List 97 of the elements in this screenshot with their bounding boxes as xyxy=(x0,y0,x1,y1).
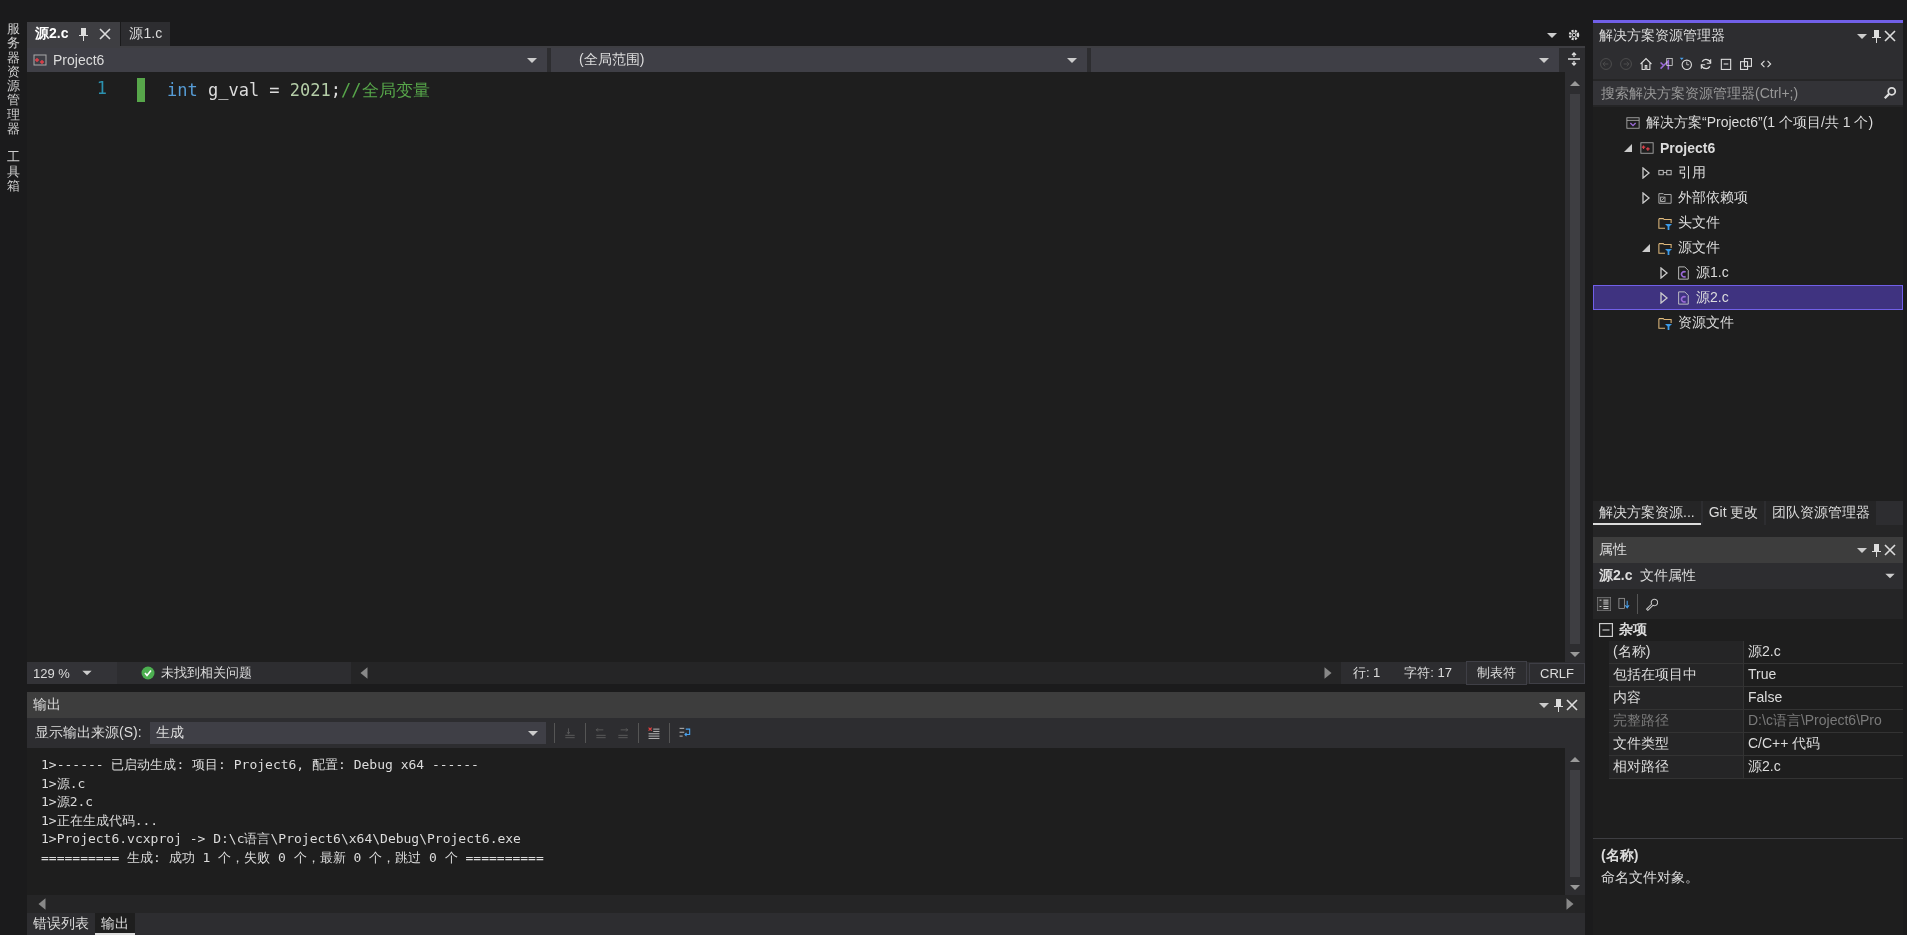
tree-item[interactable]: 头文件 xyxy=(1593,210,1903,235)
output-line: 1>------ 已启动生成: 项目: Project6, 配置: Debug x64 ------ xyxy=(41,756,480,774)
folder-icon xyxy=(1658,240,1672,255)
field-label: 显示输出来源(S): xyxy=(35,724,142,742)
line-indicator: 行: 1 xyxy=(1351,664,1382,682)
tree-item[interactable]: 引用 xyxy=(1593,160,1903,185)
panel-title: 输出 xyxy=(33,696,62,714)
collapse-all-icon[interactable] xyxy=(1719,57,1733,71)
project-icon xyxy=(1640,140,1654,155)
project-icon xyxy=(33,53,47,67)
panel-tab[interactable]: Git 更改 xyxy=(1702,501,1765,525)
tree-item[interactable]: 资源文件 xyxy=(1593,310,1903,335)
property-name: 包括在项目中 xyxy=(1609,664,1744,686)
close-icon[interactable] xyxy=(1883,29,1897,43)
property-value[interactable]: 源2.c xyxy=(1744,641,1903,663)
folder-icon xyxy=(1658,315,1672,330)
indent-mode[interactable]: 制表符 xyxy=(1466,661,1528,685)
side-tab[interactable]: 服务器资源管理器 xyxy=(7,22,20,137)
output-source-dropdown[interactable]: 生成 xyxy=(149,722,546,744)
property-value[interactable]: False xyxy=(1744,687,1903,709)
copy-icon[interactable] xyxy=(1739,57,1753,71)
issues-status: 未找到相关问题 xyxy=(161,664,252,682)
property-name: 内容 xyxy=(1609,687,1744,709)
tab-label: 源2.c xyxy=(35,25,69,43)
tree-item[interactable]: 源文件 xyxy=(1593,235,1903,260)
categorized-icon[interactable] xyxy=(1597,597,1611,611)
collapsed-arrow-icon[interactable] xyxy=(1658,266,1670,279)
clear-all-icon[interactable] xyxy=(646,726,661,740)
horizontal-scrollbar[interactable] xyxy=(27,895,1585,913)
horizontal-scrollbar[interactable] xyxy=(351,662,1341,684)
tree-item[interactable]: 源2.c xyxy=(1593,285,1903,310)
collapsed-arrow-icon[interactable] xyxy=(1658,291,1670,304)
tree-item[interactable]: Project6 xyxy=(1593,135,1903,160)
description-text: 命名文件对象。 xyxy=(1601,869,1700,887)
search-field[interactable]: 搜索解决方案资源管理器(Ctrl+;) xyxy=(1593,81,1903,105)
collapse-icon[interactable] xyxy=(1599,623,1613,637)
output-line: ========== 生成: 成功 1 个，失败 0 个，最新 0 个，跳过 0 个 ========== xyxy=(41,848,545,867)
tree-item[interactable]: 源1.c xyxy=(1593,260,1903,285)
settings-icon[interactable] xyxy=(1567,28,1581,42)
output-line: 1>源2.c xyxy=(41,793,95,811)
switch-views-icon[interactable] xyxy=(1659,57,1673,71)
panel-tab[interactable]: 输出 xyxy=(95,913,135,935)
vertical-scrollbar[interactable] xyxy=(1565,748,1585,895)
c-file-icon xyxy=(1676,290,1690,305)
line-number: 1 xyxy=(95,78,108,100)
category-label: 杂项 xyxy=(1619,621,1647,639)
split-icon[interactable] xyxy=(1567,52,1581,66)
panel-tab[interactable]: 团队资源管理器 xyxy=(1766,501,1877,525)
close-icon[interactable] xyxy=(1565,698,1579,712)
output-line: 1>Project6.vcxproj -> D:\c语言\Project6\x64\Debug\Project6.exe xyxy=(41,830,522,848)
pin-icon[interactable] xyxy=(1551,698,1565,712)
tab-label: 源1.c xyxy=(129,25,163,43)
pin-icon[interactable] xyxy=(1869,29,1883,43)
property-name: 文件类型 xyxy=(1609,733,1744,755)
solution-icon xyxy=(1626,115,1640,130)
folder-icon xyxy=(1658,215,1672,230)
project-dropdown[interactable]: Project6 xyxy=(27,48,547,72)
description-title: (名称) xyxy=(1601,847,1640,865)
word-wrap-icon[interactable] xyxy=(677,726,692,740)
output-line: 1>源.c xyxy=(41,774,87,793)
wrench-icon[interactable] xyxy=(1644,597,1658,611)
history-icon[interactable] xyxy=(1679,57,1693,71)
home-icon[interactable] xyxy=(1639,57,1653,71)
line-ending[interactable]: CRLF xyxy=(1529,662,1585,684)
c-file-icon xyxy=(1676,265,1690,280)
panel-title: 属性 xyxy=(1599,541,1628,559)
sort-alphabetical-icon[interactable] xyxy=(1617,597,1631,611)
close-icon[interactable] xyxy=(98,27,113,41)
property-name: (名称) xyxy=(1609,641,1744,663)
property-value[interactable]: 源2.c xyxy=(1744,756,1903,778)
property-value[interactable]: C/C++ 代码 xyxy=(1744,733,1903,755)
panel-title: 解决方案资源管理器 xyxy=(1599,27,1726,45)
check-circle-icon xyxy=(141,666,155,680)
char-indicator: 字符: 17 xyxy=(1403,664,1454,682)
pin-icon[interactable] xyxy=(1869,543,1883,557)
close-icon[interactable] xyxy=(1883,543,1897,557)
collapsed-arrow-icon[interactable] xyxy=(1640,166,1652,179)
scope-dropdown[interactable]: (全局范围) xyxy=(551,48,1087,72)
zoom-dropdown[interactable]: 129 % xyxy=(27,662,117,684)
search-icon[interactable] xyxy=(1883,86,1897,100)
output-line: 1>正在生成代码... xyxy=(41,811,160,830)
vertical-scrollbar[interactable] xyxy=(1565,72,1585,662)
editor-tab[interactable]: 源1.c xyxy=(121,22,171,46)
code-line: int g_val = 2021;//全局变量 xyxy=(167,78,430,102)
side-tab[interactable]: 工具箱 xyxy=(7,150,20,194)
property-name: 相对路径 xyxy=(1609,756,1744,778)
refresh-icon[interactable] xyxy=(1699,57,1713,71)
external-folder-icon xyxy=(1658,190,1672,205)
panel-tab[interactable]: 解决方案资源... xyxy=(1593,501,1701,525)
property-name: 完整路径 xyxy=(1609,710,1744,732)
property-value[interactable]: True xyxy=(1744,664,1903,686)
collapsed-arrow-icon[interactable] xyxy=(1640,191,1652,204)
object-selector[interactable]: 源2.c 文件属性 xyxy=(1593,563,1903,589)
tree-item[interactable]: 外部依赖项 xyxy=(1593,185,1903,210)
pin-icon[interactable] xyxy=(76,27,91,41)
editor-tab[interactable]: 源2.c xyxy=(27,22,121,46)
tree-item[interactable]: 解决方案“Project6”(1 个项目/共 1 个) xyxy=(1593,110,1903,135)
